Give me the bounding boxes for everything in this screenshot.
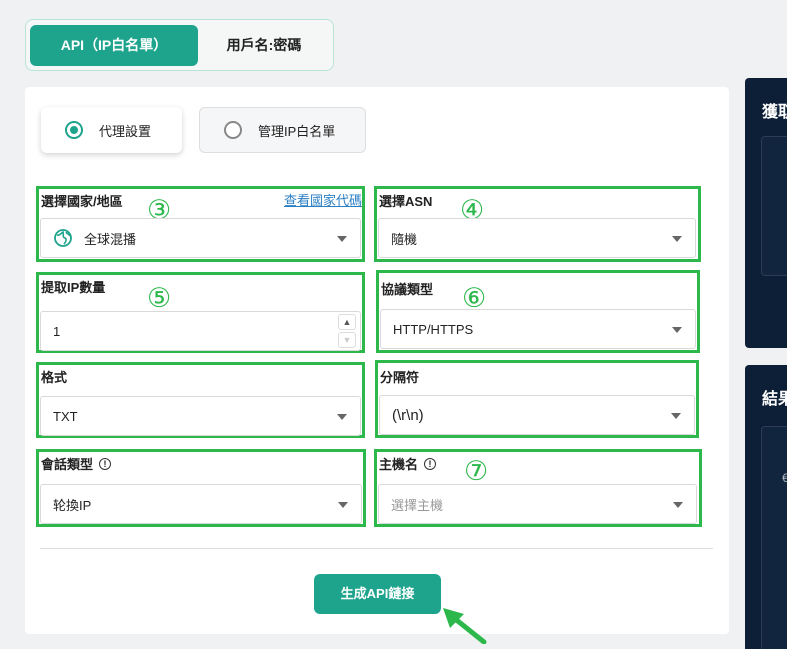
hostname-label: 主機名 <box>379 457 419 472</box>
proxy-settings-label: 代理設置 <box>99 123 152 139</box>
country-select[interactable]: 全球混播 <box>40 218 361 258</box>
separator-select[interactable]: (\r\n) <box>379 395 695 435</box>
country-field: 選擇國家/地區 查看國家代碼 ③ 全球混播 <box>36 186 365 262</box>
chevron-down-icon <box>671 413 681 419</box>
fetch-panel: 獲取 <box>745 78 787 348</box>
annotation-7: ⑦ <box>464 456 489 487</box>
fetch-panel-title: 獲取 <box>762 104 787 121</box>
manage-whitelist-option[interactable]: 管理IP白名單 <box>199 107 366 153</box>
increment-icon[interactable]: ▲ <box>338 314 356 330</box>
annotation-6: ⑥ <box>462 283 487 314</box>
country-label: 選擇國家/地區 <box>41 194 123 209</box>
manage-whitelist-label: 管理IP白名單 <box>258 123 336 139</box>
session-label-wrap: 會話類型 ! <box>41 454 112 473</box>
separator-field: 分隔符 (\r\n) <box>375 360 699 438</box>
info-icon[interactable]: ! <box>424 457 437 470</box>
tab-api-whitelist[interactable]: API（IP白名單） <box>30 25 198 66</box>
generate-api-link-button[interactable]: 生成API鏈接 <box>314 574 441 614</box>
format-value: TXT <box>53 408 78 424</box>
globe-icon <box>54 229 72 247</box>
stepper-controls: ▲ ▼ <box>338 314 356 348</box>
view-country-codes-link[interactable]: 查看國家代碼 <box>284 190 362 209</box>
chevron-down-icon <box>337 414 347 420</box>
mode-tabs: API（IP白名單） 用戶名:密碼 <box>25 19 334 71</box>
session-select[interactable]: 轮換IP <box>40 484 362 524</box>
chevron-down-icon <box>338 502 348 508</box>
result-glyph: € <box>782 471 787 485</box>
format-label: 格式 <box>41 370 68 385</box>
protocol-field: 協議類型 ⑥ HTTP/HTTPS <box>376 270 700 353</box>
separator-value: (\r\n) <box>392 406 424 424</box>
chevron-down-icon <box>337 236 347 242</box>
result-panel-title: 結果 <box>762 391 787 408</box>
hostname-select[interactable]: 選擇主機 <box>378 484 697 524</box>
divider <box>40 548 713 549</box>
radio-unselected-icon <box>224 121 242 139</box>
asn-field: 選擇ASN ④ 隨機 <box>374 186 701 262</box>
decrement-icon[interactable]: ▼ <box>338 332 356 348</box>
annotation-5: ⑤ <box>147 283 172 314</box>
session-value: 轮換IP <box>53 497 92 513</box>
radio-selected-icon <box>65 121 83 139</box>
result-panel-box <box>761 426 787 649</box>
protocol-value: HTTP/HTTPS <box>393 321 474 337</box>
quantity-stepper[interactable]: 1 ▲ ▼ <box>40 311 361 351</box>
tab-username-password[interactable]: 用戶名:密碼 <box>198 25 330 66</box>
format-select[interactable]: TXT <box>40 396 361 436</box>
session-field: 會話類型 ! 轮換IP <box>36 449 366 527</box>
chevron-down-icon <box>673 502 683 508</box>
asn-select[interactable]: 隨機 <box>378 218 696 258</box>
country-value: 全球混播 <box>84 231 137 247</box>
proxy-settings-option[interactable]: 代理設置 <box>41 107 182 153</box>
hostname-field: 主機名 ! ⑦ 選擇主機 <box>374 449 702 527</box>
quantity-label: 提取IP數量 <box>41 280 106 295</box>
hostname-label-wrap: 主機名 ! <box>379 454 437 473</box>
config-panel: 代理設置 管理IP白名單 選擇國家/地區 查看國家代碼 ③ 全球混播 選擇ASN… <box>25 87 729 634</box>
pointer-arrow-icon <box>443 608 487 644</box>
quantity-value: 1 <box>53 323 61 339</box>
separator-label: 分隔符 <box>380 370 420 385</box>
session-label: 會話類型 <box>41 457 94 472</box>
result-panel: 結果 € <box>745 365 787 649</box>
asn-label: 選擇ASN <box>379 194 433 209</box>
format-field: 格式 TXT <box>36 362 365 438</box>
info-icon[interactable]: ! <box>99 457 112 470</box>
chevron-down-icon <box>672 327 682 333</box>
hostname-placeholder: 選擇主機 <box>391 497 444 513</box>
chevron-down-icon <box>672 236 682 242</box>
quantity-field: 提取IP數量 ⑤ 1 ▲ ▼ <box>36 272 365 353</box>
asn-value: 隨機 <box>391 231 418 247</box>
protocol-select[interactable]: HTTP/HTTPS <box>380 309 696 349</box>
protocol-label: 協議類型 <box>381 282 434 297</box>
fetch-panel-box <box>761 136 787 276</box>
